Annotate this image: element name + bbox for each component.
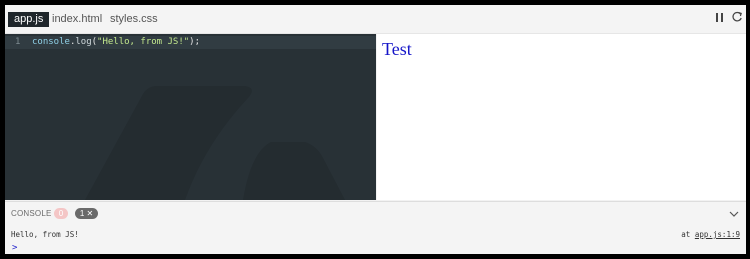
tab-styles-css[interactable]: styles.css — [110, 13, 158, 26]
code-token-method: log — [75, 37, 92, 47]
console-title[interactable]: CONSOLE — [11, 209, 52, 218]
editor-background-logo — [85, 86, 345, 200]
preview-heading: Test — [382, 39, 412, 59]
code-token-object: console — [32, 37, 70, 47]
tab-index-html[interactable]: index.html — [52, 13, 102, 26]
console-panel: CONSOLE 0 1 ✕ Hello, from JS! at app.js:… — [5, 201, 746, 254]
code-editor[interactable]: 1 console.log("Hello, from JS!"); — [5, 34, 376, 200]
tab-bar: app.js index.html styles.css — [5, 5, 746, 34]
code-token-string: "Hello, from JS!" — [97, 37, 190, 47]
line-number: 1 — [15, 37, 21, 47]
tab-app-js[interactable]: app.js — [8, 12, 50, 27]
code-token-close: ); — [189, 37, 201, 47]
console-log-message: Hello, from JS! — [11, 230, 79, 239]
console-prompt[interactable]: > — [12, 243, 17, 253]
log-count-badge[interactable]: 1 ✕ — [75, 208, 98, 219]
code-line[interactable]: console.log("Hello, from JS!"); — [32, 37, 200, 47]
location-prefix: at — [681, 230, 695, 239]
pause-icon[interactable] — [715, 13, 723, 23]
preview-pane: Test — [377, 34, 746, 200]
error-count-badge: 0 — [54, 208, 68, 219]
app-frame: app.js index.html styles.css 1 console.l… — [5, 5, 746, 254]
console-log-location: at app.js:1:9 — [681, 230, 740, 239]
source-location-link[interactable]: app.js:1:9 — [695, 230, 740, 239]
chevron-down-icon[interactable] — [729, 210, 739, 218]
reload-icon[interactable] — [731, 11, 743, 23]
